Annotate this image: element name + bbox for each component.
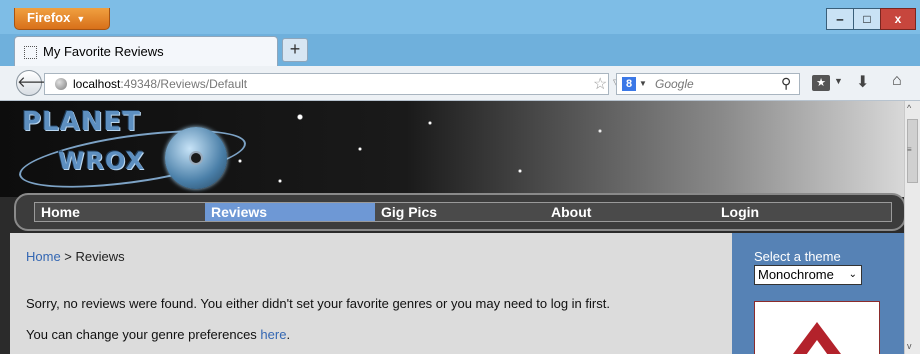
bookmarks-icon[interactable]: ★ xyxy=(812,75,830,91)
sidebar: Select a theme Monochrome ⌄ xyxy=(732,233,904,354)
browser-tab[interactable]: My Favorite Reviews xyxy=(14,36,278,66)
url-host: localhost xyxy=(73,77,121,91)
sidebar-banner-image xyxy=(754,301,880,354)
maximize-button[interactable]: □ xyxy=(853,8,881,30)
theme-select[interactable]: Monochrome ⌄ xyxy=(754,265,862,285)
no-reviews-message: Sorry, no reviews were found. You either… xyxy=(26,296,610,311)
theme-selected-value: Monochrome xyxy=(758,267,834,282)
scrollbar-grip-icon: ≡ xyxy=(907,145,912,154)
scroll-down-icon[interactable]: v xyxy=(907,341,912,351)
vertical-scrollbar[interactable]: ^ ≡ v xyxy=(904,101,920,354)
home-icon[interactable]: ⌂ xyxy=(892,72,902,90)
back-button[interactable]: 🡐 xyxy=(16,70,57,96)
genre-preferences-prefix: You can change your genre preferences xyxy=(26,327,261,342)
site-header: PLANET WROX xyxy=(0,101,904,197)
title-bar: Firefox ▼ ‒ □ x xyxy=(0,0,920,34)
search-placeholder: Google xyxy=(655,77,694,91)
logo-disc-icon xyxy=(165,127,227,189)
menu-item-login[interactable]: Login xyxy=(715,203,891,221)
url-text: localhost:49348/Reviews/Default xyxy=(73,77,247,91)
firefox-menu-label: Firefox xyxy=(27,10,71,25)
main-menu: Home Reviews Gig Pics About Login xyxy=(34,202,892,222)
main-content: Home > Reviews Sorry, no reviews were fo… xyxy=(10,233,732,354)
genre-preferences-text: You can change your genre preferences he… xyxy=(26,327,290,342)
page-viewport: PLANET WROX Home Reviews Gig Pics About … xyxy=(0,101,904,354)
breadcrumb-home-link[interactable]: Home xyxy=(26,249,61,264)
breadcrumb: Home > Reviews xyxy=(26,249,125,264)
new-tab-button[interactable]: + xyxy=(282,38,308,62)
menu-item-home[interactable]: Home xyxy=(35,203,205,221)
theme-label: Select a theme xyxy=(754,249,841,264)
bookmarks-dropdown-icon[interactable]: ▼ xyxy=(834,76,843,86)
menu-item-about[interactable]: About xyxy=(545,203,715,221)
firefox-menu-button[interactable]: Firefox ▼ xyxy=(14,8,110,30)
search-engine-dropdown-icon[interactable]: ▼ xyxy=(639,79,647,88)
google-icon: 8 xyxy=(622,77,636,91)
genre-preferences-link[interactable]: here xyxy=(260,327,286,342)
logo-text-line1: PLANET xyxy=(22,107,142,137)
bookmark-star-icon[interactable]: ☆ xyxy=(593,74,607,94)
main-menu-container: Home Reviews Gig Pics About Login xyxy=(14,193,904,231)
banner-logo-inner xyxy=(801,340,833,354)
url-bar[interactable]: localhost:49348/Reviews/Default ☆ ▽ ↻ xyxy=(44,73,642,95)
menu-item-reviews[interactable]: Reviews xyxy=(205,203,375,221)
downloads-icon[interactable]: ⬇ xyxy=(856,72,869,92)
globe-icon xyxy=(55,78,67,90)
breadcrumb-current: Reviews xyxy=(75,249,125,264)
search-bar[interactable]: 8 ▼ Google ⚲ xyxy=(616,73,800,95)
magnifier-icon[interactable]: ⚲ xyxy=(781,75,791,92)
logo-text-line2: WROX xyxy=(58,147,146,175)
navigation-toolbar: 🡐 localhost:49348/Reviews/Default ☆ ▽ ↻ … xyxy=(0,66,920,101)
chevron-down-icon: ▼ xyxy=(76,14,86,24)
close-button[interactable]: x xyxy=(880,8,916,30)
tab-title: My Favorite Reviews xyxy=(43,44,164,59)
breadcrumb-separator: > xyxy=(60,249,76,264)
chevron-down-icon: ⌄ xyxy=(848,269,857,280)
url-path: :49348/Reviews/Default xyxy=(120,77,248,91)
menu-item-gig-pics[interactable]: Gig Pics xyxy=(375,203,545,221)
genre-preferences-suffix: . xyxy=(286,327,291,342)
scroll-up-icon[interactable]: ^ xyxy=(907,103,911,113)
minimize-button[interactable]: ‒ xyxy=(826,8,854,30)
favicon-icon xyxy=(24,46,37,59)
